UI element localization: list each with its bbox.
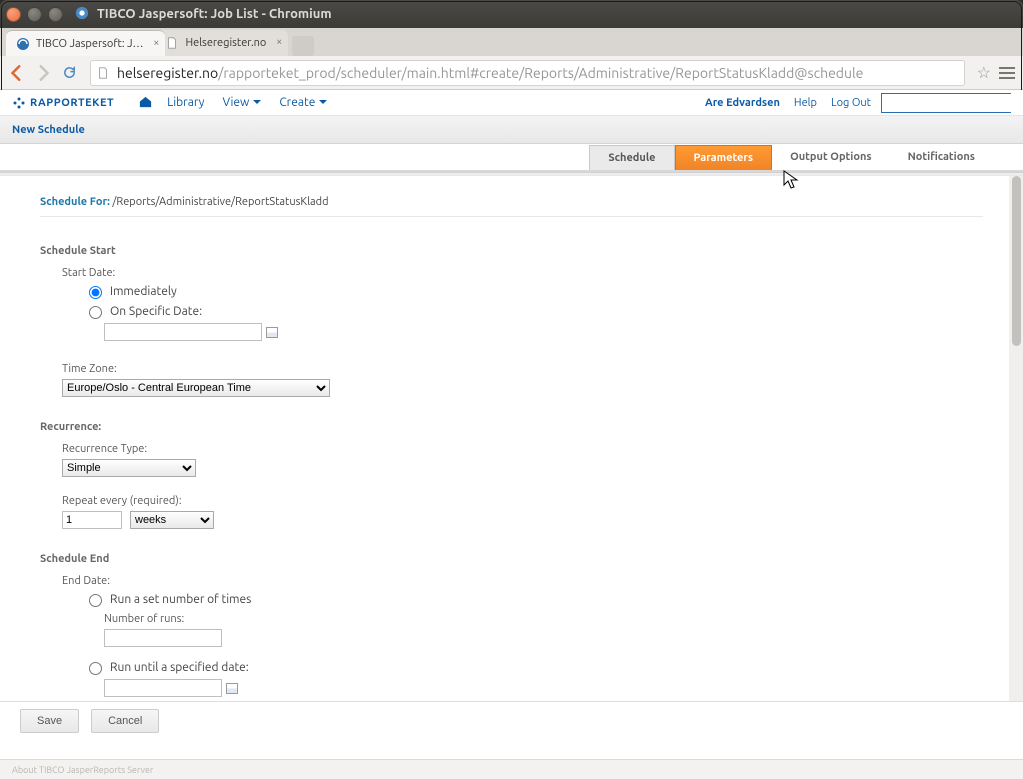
- home-icon[interactable]: [138, 94, 153, 112]
- address-bar[interactable]: helseregister.no/rapporteket_prod/schedu…: [90, 60, 965, 86]
- user-name[interactable]: Are Edvardsen: [705, 97, 780, 109]
- number-of-runs-label: Number of runs:: [104, 613, 983, 625]
- radio-until-date[interactable]: [89, 662, 102, 675]
- radio-on-specific-date[interactable]: [89, 306, 102, 319]
- specific-date-input[interactable]: [104, 323, 262, 341]
- page-icon: [97, 66, 111, 80]
- option-until-date-label: Run until a specified date:: [110, 661, 249, 674]
- status-text: About TIBCO JasperReports Server: [12, 765, 153, 775]
- window-titlebar: TIBCO Jaspersoft: Job List - Chromium: [0, 0, 1023, 28]
- tab-schedule[interactable]: Schedule: [589, 145, 674, 170]
- scrollbar-thumb[interactable]: [1012, 176, 1021, 346]
- repeat-every-label: Repeat every (required):: [62, 495, 983, 507]
- recurrence-type-label: Recurrence Type:: [62, 443, 983, 455]
- logo-icon: [12, 96, 26, 110]
- url-path: /rapporteket_prod/scheduler/main.html#cr…: [218, 65, 863, 81]
- logo-text: RAPPORTEKET: [30, 97, 114, 109]
- menu-view[interactable]: View: [222, 96, 261, 109]
- help-link[interactable]: Help: [794, 97, 817, 109]
- browser-toolbar: helseregister.no/rapporteket_prod/schedu…: [0, 56, 1023, 90]
- repeat-unit-select[interactable]: weeks: [130, 511, 214, 529]
- breadcrumb: New Schedule: [12, 124, 85, 136]
- browser-tab-label: Helseregister.no: [185, 37, 266, 49]
- tab-parameters[interactable]: Parameters: [675, 145, 773, 170]
- calendar-icon[interactable]: [226, 683, 238, 694]
- section-schedule-end: Schedule End: [40, 553, 983, 565]
- browser-tab-label: TIBCO Jaspersoft: J…: [36, 38, 143, 50]
- status-bar: About TIBCO JasperReports Server: [0, 759, 1023, 779]
- calendar-icon[interactable]: [266, 327, 278, 338]
- cancel-button[interactable]: Cancel: [91, 709, 159, 733]
- app-icon: [75, 6, 89, 23]
- search-field[interactable]: [881, 93, 1011, 113]
- save-button[interactable]: Save: [20, 709, 79, 733]
- section-recurrence: Recurrence:: [40, 421, 983, 433]
- window-close-button[interactable]: [6, 7, 21, 22]
- tab-close-icon[interactable]: ×: [276, 36, 282, 48]
- search-input[interactable]: [882, 94, 1023, 112]
- app-topbar: RAPPORTEKET Library View Create Are Edva…: [0, 90, 1023, 116]
- recurrence-type-select[interactable]: Simple: [62, 459, 196, 477]
- window-minimize-button[interactable]: [27, 7, 42, 22]
- radio-set-number[interactable]: [89, 594, 102, 607]
- option-on-specific-date-label: On Specific Date:: [110, 305, 202, 318]
- tab-close-icon[interactable]: ×: [153, 37, 159, 49]
- menu-library[interactable]: Library: [167, 96, 204, 109]
- end-date-label: End Date:: [62, 575, 983, 587]
- browser-tab-active[interactable]: TIBCO Jaspersoft: J… ×: [6, 30, 165, 56]
- forward-button[interactable]: [32, 62, 54, 84]
- window-maximize-button[interactable]: [48, 7, 63, 22]
- page-tab-row: Schedule Parameters Output Options Notif…: [0, 144, 1023, 172]
- browser-tab-background[interactable]: Helseregister.no ×: [155, 30, 288, 56]
- schedule-for-label: Schedule For:: [40, 196, 110, 208]
- tab-output-options[interactable]: Output Options: [772, 145, 890, 169]
- content-scroll-area: Schedule For: /Reports/Administrative/Re…: [0, 176, 1023, 719]
- repeat-value-input[interactable]: [62, 511, 122, 529]
- timezone-label: Time Zone:: [62, 363, 983, 375]
- back-button[interactable]: [6, 62, 28, 84]
- window-title: TIBCO Jaspersoft: Job List - Chromium: [97, 7, 332, 21]
- schedule-for-path: /Reports/Administrative/ReportStatusKlad…: [112, 196, 328, 208]
- favicon-icon: [16, 37, 30, 51]
- sub-header: New Schedule: [0, 116, 1023, 144]
- app-logo[interactable]: RAPPORTEKET: [12, 96, 114, 110]
- logout-link[interactable]: Log Out: [831, 97, 871, 109]
- schedule-for-line: Schedule For: /Reports/Administrative/Re…: [40, 196, 983, 217]
- tab-notifications[interactable]: Notifications: [890, 145, 993, 169]
- option-immediately-label: Immediately: [110, 285, 177, 298]
- start-date-label: Start Date:: [62, 267, 983, 279]
- section-schedule-start: Schedule Start: [40, 245, 983, 257]
- bookmark-star-icon[interactable]: ☆: [977, 63, 991, 82]
- option-set-number-label: Run a set number of times: [110, 593, 251, 606]
- footer-bar: Save Cancel: [0, 701, 1023, 739]
- browser-tabstrip: TIBCO Jaspersoft: J… × Helseregister.no …: [0, 28, 1023, 56]
- new-tab-button[interactable]: [292, 36, 314, 56]
- url-host: helseregister.no: [117, 65, 218, 81]
- radio-immediately[interactable]: [89, 286, 102, 299]
- app-page: RAPPORTEKET Library View Create Are Edva…: [0, 90, 1023, 759]
- scrollbar-track[interactable]: [1009, 176, 1023, 719]
- reload-button[interactable]: [58, 62, 80, 84]
- menu-create[interactable]: Create: [279, 96, 327, 109]
- timezone-select[interactable]: Europe/Oslo - Central European Time: [62, 379, 330, 397]
- number-of-runs-input[interactable]: [104, 629, 222, 647]
- until-date-input[interactable]: [104, 679, 222, 697]
- browser-menu-button[interactable]: [997, 67, 1017, 79]
- page-icon: [165, 36, 179, 50]
